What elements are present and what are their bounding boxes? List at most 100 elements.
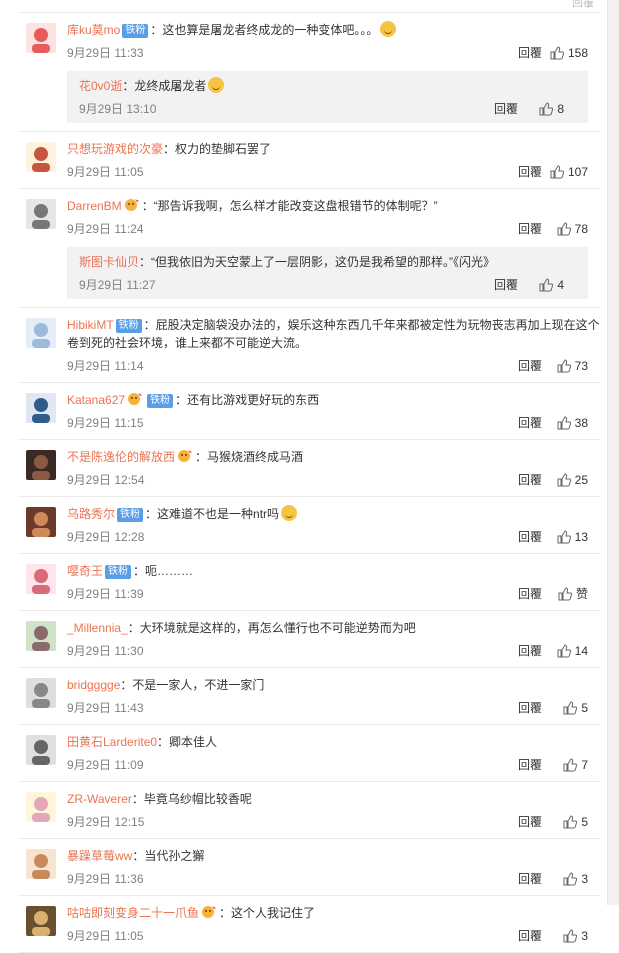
like-button[interactable]: 73	[557, 356, 588, 376]
like-button[interactable]: 赞	[558, 584, 588, 604]
comment-meta: 9月29日 11:05 回覆 107	[67, 162, 600, 182]
smiley-emoji-icon	[208, 77, 225, 93]
comment-meta: 9月29日 11:15 回覆 38	[67, 413, 600, 433]
reply-link[interactable]: 回覆	[518, 698, 542, 718]
timestamp: 9月29日 12:15	[67, 815, 145, 829]
like-button[interactable]: 25	[557, 470, 588, 490]
like-button[interactable]: 3	[563, 869, 588, 889]
reply-link[interactable]: 回覆	[518, 219, 542, 239]
reply-link[interactable]: 回覆	[518, 584, 542, 604]
subreply-box: 斯图卡仙贝：“但我依旧为天空蒙上了一层阴影，这仍是我希望的那样。”《闪光》 9月2…	[67, 247, 588, 299]
avatar[interactable]	[26, 906, 56, 936]
username[interactable]: 暴躁草莓ww	[67, 849, 132, 863]
comment-panel: 回覆 库ku莫mo 铁粉 ：这也算是屠龙者终成龙的一种变体吧。。。 9月29日 11:…	[0, 0, 608, 953]
like-button[interactable]: 14	[557, 641, 588, 661]
reply-link[interactable]: 回覆	[494, 99, 518, 119]
avatar[interactable]	[26, 142, 56, 172]
thumb-up-icon	[557, 359, 571, 373]
like-button[interactable]: 158	[550, 43, 588, 63]
like-count: 8	[557, 102, 564, 116]
username[interactable]: 乌路秀尔	[67, 507, 115, 521]
avatar[interactable]	[26, 735, 56, 765]
thumb-up-icon	[557, 644, 571, 658]
like-button[interactable]: 5	[563, 698, 588, 718]
reply-link[interactable]: 回覆	[518, 812, 542, 832]
avatar[interactable]	[26, 564, 56, 594]
timestamp: 9月29日 11:33	[67, 46, 144, 60]
reply-link[interactable]: 回覆	[518, 413, 542, 433]
username[interactable]: HibikiMT	[67, 318, 114, 332]
username[interactable]: 库ku莫mo	[67, 23, 120, 37]
reply-link[interactable]: 回覆	[518, 755, 542, 775]
like-button[interactable]: 5	[563, 812, 588, 832]
comment-text-line: 不是陈逸伦的解放西 ：马猴烧酒终成马酒	[67, 448, 600, 466]
thumb-up-icon	[539, 102, 554, 116]
username[interactable]: Katana627	[67, 393, 125, 407]
like-button[interactable]: 78	[557, 219, 588, 239]
comment-text: ：这难道不也是一种ntr吗	[145, 507, 280, 521]
like-button[interactable]: 38	[557, 413, 588, 433]
like-button[interactable]: 3	[563, 926, 588, 946]
avatar[interactable]	[26, 678, 56, 708]
timestamp: 9月29日 13:10	[79, 102, 157, 116]
timestamp: 9月29日 11:09	[67, 758, 144, 772]
ghost-reply-link[interactable]: 回覆	[572, 0, 594, 10]
avatar[interactable]	[26, 849, 56, 879]
username[interactable]: 不是陈逸伦的解放西	[67, 450, 175, 464]
comment-text: ：还有比游戏更好玩的东西	[175, 393, 320, 407]
avatar[interactable]	[26, 393, 56, 423]
like-button[interactable]: 7	[563, 755, 588, 775]
username[interactable]: bridgggge	[67, 678, 120, 692]
comment-meta: 9月29日 12:15 回覆 5	[67, 812, 600, 832]
comment-item: HibikiMT 铁粉 ：屁股决定脑袋没办法的，娱乐这种东西几千年来都被定性为玩物丧…	[18, 308, 600, 383]
like-count: 赞	[575, 587, 588, 601]
like-button[interactable]: 4	[539, 275, 564, 295]
avatar[interactable]	[26, 450, 56, 480]
reply-link[interactable]: 回覆	[518, 641, 542, 661]
comment-text-line: 只想玩游戏的次豪：权力的垫脚石罢了	[67, 140, 600, 158]
comment-text: ：不是一家人，不进一家门	[120, 678, 265, 692]
like-button[interactable]: 107	[550, 162, 588, 182]
comment-item: _Millennia_：大环境就是这样的，再怎么懂行也不可能逆势而为吧 9月29日…	[18, 611, 600, 668]
reply-link[interactable]: 回覆	[518, 470, 542, 490]
fan-badge: 铁粉	[147, 394, 174, 408]
comment-meta: 9月29日 11:09 回覆 7	[67, 755, 600, 775]
like-count: 3	[581, 872, 588, 886]
comment-text: ：屁股决定脑袋没办法的，娱乐这种东西几千年来都被定性为玩物丧志再加上现在这个卷到…	[67, 318, 600, 350]
comment-meta: 9月29日 11:36 回覆 3	[67, 869, 600, 889]
username[interactable]: _Millennia_	[67, 621, 128, 635]
username[interactable]: 咕咕即刻变身二十一爪鱼	[67, 906, 199, 920]
avatar[interactable]	[26, 792, 56, 822]
subreply-text-line: 花0v0逝：龙终成屠龙者	[79, 77, 576, 95]
avatar[interactable]	[26, 318, 56, 348]
like-count: 25	[574, 473, 588, 487]
subreply-username[interactable]: 斯图卡仙贝	[79, 255, 139, 269]
avatar[interactable]	[26, 507, 56, 537]
username[interactable]: ZR-Waverer	[67, 792, 132, 806]
like-button[interactable]: 13	[557, 527, 588, 547]
reply-link[interactable]: 回覆	[518, 356, 542, 376]
reply-link[interactable]: 回覆	[518, 43, 542, 63]
reply-link[interactable]: 回覆	[494, 275, 518, 295]
comment-meta: 9月29日 11:39 回覆 赞	[67, 584, 600, 604]
reply-link[interactable]: 回覆	[518, 926, 542, 946]
reply-link[interactable]: 回覆	[518, 162, 542, 182]
avatar[interactable]	[26, 23, 56, 53]
username[interactable]: 只想玩游戏的次豪	[67, 142, 163, 156]
username[interactable]: DarrenBM	[67, 199, 122, 213]
avatar[interactable]	[26, 199, 56, 229]
smiley-emoji-icon	[281, 505, 298, 521]
subreply-username[interactable]: 花0v0逝	[79, 79, 122, 93]
username[interactable]: 田黄石Larderite0	[67, 735, 157, 749]
reply-link[interactable]: 回覆	[518, 527, 542, 547]
username[interactable]: 嘤奇王	[67, 564, 103, 578]
avatar[interactable]	[26, 621, 56, 651]
like-count: 5	[581, 701, 588, 715]
scrollbar[interactable]	[607, 0, 619, 905]
comment-text-line: HibikiMT 铁粉 ：屁股决定脑袋没办法的，娱乐这种东西几千年来都被定性为玩物丧…	[67, 316, 600, 352]
comment-list: 回覆 库ku莫mo 铁粉 ：这也算是屠龙者终成龙的一种变体吧。。。 9月29日 11:…	[18, 0, 600, 953]
fan-badge: 铁粉	[115, 319, 142, 333]
like-button[interactable]: 8	[539, 99, 564, 119]
reply-link[interactable]: 回覆	[518, 869, 542, 889]
like-count: 7	[581, 758, 588, 772]
